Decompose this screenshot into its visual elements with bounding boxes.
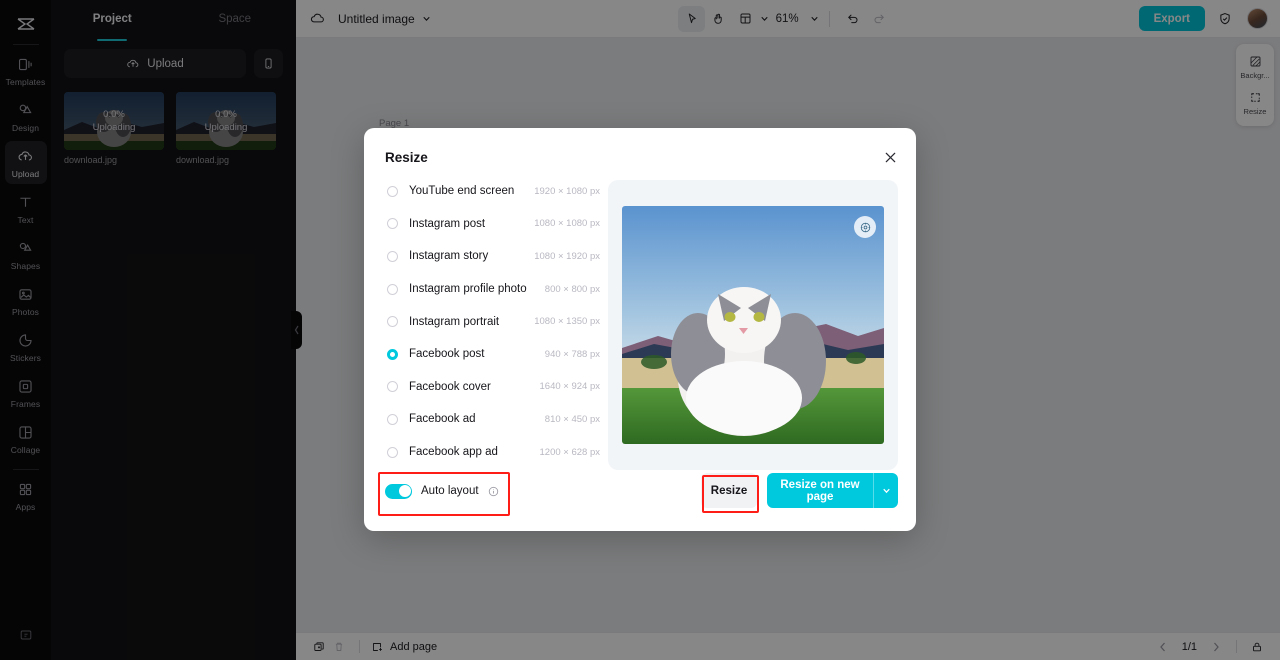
preset-label: Instagram post xyxy=(409,217,486,230)
preset-option-facebook-app-ad[interactable]: Facebook app ad 1200 × 628 px xyxy=(376,436,608,463)
smart-crop-icon[interactable] xyxy=(854,216,876,238)
preset-label: Instagram profile photo xyxy=(409,283,527,296)
preset-size-list[interactable]: YouTube end screen 1920 × 1080 px Instag… xyxy=(376,175,608,463)
preview-card xyxy=(608,180,898,470)
preset-label: Facebook app ad xyxy=(409,446,498,459)
auto-layout-toggle[interactable] xyxy=(385,483,412,499)
preset-label: Facebook cover xyxy=(409,380,491,393)
preset-option-facebook-post[interactable]: Facebook post 940 × 788 px xyxy=(376,338,608,371)
radio-button[interactable] xyxy=(387,185,398,197)
chevron-down-icon[interactable] xyxy=(874,485,898,496)
preset-dimensions: 810 × 450 px xyxy=(544,413,600,425)
radio-button[interactable] xyxy=(387,446,398,458)
radio-button-selected[interactable] xyxy=(387,348,398,360)
preset-option-facebook-cover[interactable]: Facebook cover 1640 × 924 px xyxy=(376,371,608,404)
resize-on-new-page-label: Resize on new page xyxy=(780,478,860,503)
preset-dimensions: 1200 × 628 px xyxy=(539,446,600,458)
radio-button[interactable] xyxy=(387,283,398,295)
radio-button[interactable] xyxy=(387,250,398,262)
dialog-title: Resize xyxy=(385,150,428,165)
preset-dimensions: 800 × 800 px xyxy=(544,283,600,295)
preset-label: Facebook ad xyxy=(409,413,476,426)
preset-option-facebook-ad[interactable]: Facebook ad 810 × 450 px xyxy=(376,403,608,436)
preset-dimensions: 940 × 788 px xyxy=(544,348,600,360)
preset-option-instagram-post[interactable]: Instagram post 1080 × 1080 px xyxy=(376,208,608,241)
preset-label: Facebook post xyxy=(409,348,485,361)
auto-layout-label: Auto layout xyxy=(421,485,479,497)
auto-layout-control[interactable]: Auto layout xyxy=(377,472,509,510)
preset-label: YouTube end screen xyxy=(409,185,515,198)
preset-label: Instagram portrait xyxy=(409,315,500,328)
preview-image xyxy=(622,206,884,444)
resize-dialog: Resize YouTube end screen 1920 × 1080 px… xyxy=(364,128,916,531)
preset-dimensions: 1920 × 1080 px xyxy=(534,185,600,197)
radio-button[interactable] xyxy=(387,381,398,393)
app-root: Templates Design Upload Text Shapes Phot… xyxy=(0,0,1280,660)
toggle-knob xyxy=(398,485,411,497)
preset-dimensions: 1080 × 1080 px xyxy=(534,218,600,230)
radio-button[interactable] xyxy=(387,218,398,230)
preview-image-wrapper xyxy=(622,206,884,444)
preset-option-instagram-profile-photo[interactable]: Instagram profile photo 800 × 800 px xyxy=(376,273,608,306)
preset-label: Instagram story xyxy=(409,250,489,263)
preset-dimensions: 1640 × 924 px xyxy=(539,381,600,393)
info-circle-icon[interactable] xyxy=(488,486,499,497)
preset-dimensions: 1080 × 1350 px xyxy=(534,316,600,328)
resize-on-new-page-button[interactable]: Resize on new page xyxy=(767,473,898,508)
resize-button[interactable]: Resize xyxy=(701,473,757,508)
close-icon[interactable] xyxy=(879,146,901,168)
preset-option-instagram-portrait[interactable]: Instagram portrait 1080 × 1350 px xyxy=(376,305,608,338)
preset-option-instagram-story[interactable]: Instagram story 1080 × 1920 px xyxy=(376,240,608,273)
radio-button[interactable] xyxy=(387,413,398,425)
radio-button[interactable] xyxy=(387,316,398,328)
preset-option-youtube-end-screen[interactable]: YouTube end screen 1920 × 1080 px xyxy=(376,175,608,208)
preset-dimensions: 1080 × 1920 px xyxy=(534,250,600,262)
